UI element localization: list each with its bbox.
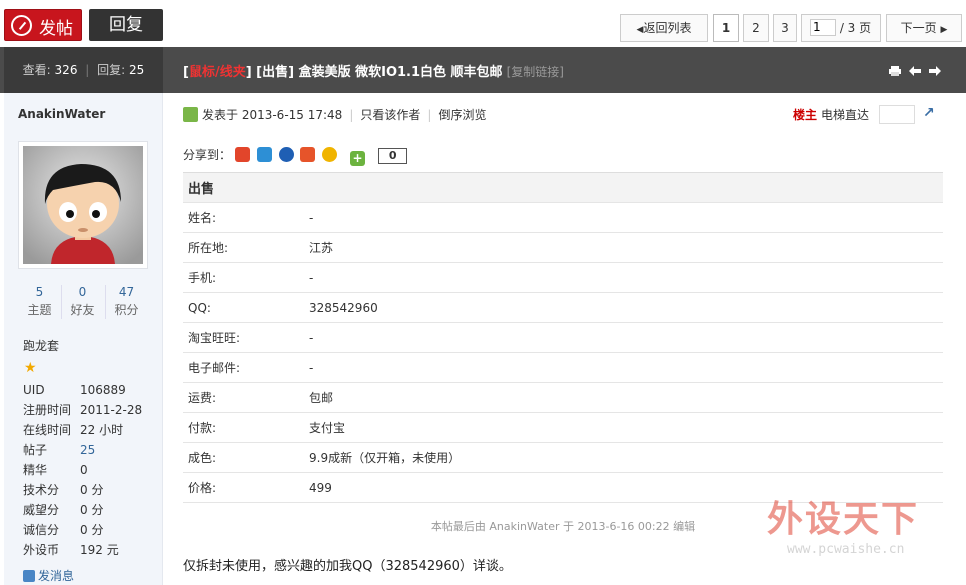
print-icon[interactable] <box>889 66 901 76</box>
qzone-share-icon[interactable] <box>300 147 316 162</box>
stat-friends[interactable]: 0 好友 <box>61 283 104 319</box>
star-icon: ★ <box>24 360 37 376</box>
avatar[interactable] <box>18 141 148 269</box>
info-row: 外设币 192 元 <box>23 543 119 557</box>
post-meta: 发表于 2013-6-15 17:48 | 只看该作者 | 倒序浏览 楼主 电梯直达 ↗ <box>183 105 943 124</box>
next-page-button[interactable]: 下一页 ▶ <box>886 14 962 42</box>
page-jump-input[interactable] <box>810 18 836 36</box>
thread-header: 查看: 326 | 回复: 25 [鼠标/线夹] [出售] 盒装美版 微软IO1… <box>0 47 966 93</box>
page-jump: / 3 页 <box>801 14 881 42</box>
page-3-button[interactable]: 3 <box>773 14 797 42</box>
thread-category-link[interactable]: 鼠标/线夹 <box>189 65 246 80</box>
stat-points[interactable]: 47 积分 <box>105 283 148 319</box>
tencent-weibo-share-icon[interactable] <box>256 147 272 162</box>
info-row: 威望分 0 分 <box>23 503 104 517</box>
prev-thread-icon[interactable] <box>909 66 921 76</box>
table-row: 所在地: 江苏 <box>183 232 943 263</box>
share-bar: 分享到： + 0 <box>183 147 408 166</box>
online-status-icon <box>183 107 198 122</box>
only-author-link[interactable]: 只看该作者 <box>360 108 420 122</box>
table-header: 出售 <box>183 172 943 203</box>
info-row: 诚信分 0 分 <box>23 523 104 537</box>
author-info: UID 106889 注册时间 2011-2-28 在线时间 22 小时 帖子 25 精… <box>23 380 163 560</box>
share-count: 0 <box>377 148 408 164</box>
page-2-button[interactable]: 2 <box>743 14 769 42</box>
author-stats: 5 主题 0 好友 47 积分 <box>18 283 148 323</box>
post-time: 发表于 2013-6-15 17:48 <box>202 108 343 122</box>
table-row: 手机: - <box>183 262 943 293</box>
sale-info-table: 出售 姓名: - 所在地: 江苏 手机: - QQ: 328542960 淘宝旺旺: - … <box>183 172 943 503</box>
copy-link-button[interactable]: [复制链接] <box>507 65 564 79</box>
reply-button[interactable]: 回复 <box>89 9 163 41</box>
send-message-button[interactable]: 发消息 <box>23 567 74 584</box>
floor-label: 楼主 <box>792 108 817 122</box>
more-share-icon[interactable]: + <box>349 151 365 166</box>
kaixin-share-icon[interactable] <box>322 147 338 162</box>
floor-jump: 电梯直达 ↗ <box>821 105 935 124</box>
jump-icon[interactable]: ↗ <box>923 105 935 121</box>
avatar-illustration <box>23 146 143 264</box>
thread-stats: 查看: 326 | 回复: 25 <box>4 47 163 93</box>
table-row: QQ: 328542960 <box>183 292 943 323</box>
page-1-button[interactable]: 1 <box>713 14 739 42</box>
renren-share-icon[interactable] <box>278 147 294 162</box>
info-row: 帖子 25 <box>23 443 96 457</box>
arrow-right-icon: ▶ <box>940 25 948 35</box>
table-row: 成色: 9.9成新（仅开箱，未使用） <box>183 442 943 473</box>
stat-threads[interactable]: 5 主题 <box>18 283 61 319</box>
author-name[interactable]: AnakinWater <box>18 107 105 121</box>
new-post-button[interactable]: 发帖 <box>4 9 82 41</box>
post-body: 仅拆封未使用，感兴趣的加我QQ（328542960）详谈。 <box>183 559 512 574</box>
next-thread-icon[interactable] <box>929 66 941 76</box>
thread-title: [鼠标/线夹] [出售] 盒装美版 微软IO1.1白色 顺丰包邮 [复制链接] <box>183 65 564 80</box>
table-row: 姓名: - <box>183 202 943 233</box>
info-row: 在线时间 22 小时 <box>23 423 124 437</box>
back-to-list-button[interactable]: ◀返回列表 <box>620 14 708 42</box>
info-row: 技术分 0 分 <box>23 483 104 497</box>
table-row: 运费: 包邮 <box>183 382 943 413</box>
site-watermark: 外设天下 www.pcwaishe.cn <box>767 499 920 557</box>
message-icon <box>23 570 35 582</box>
author-sidebar: AnakinWater 5 主题 0 好友 47 积分 跑龙套 ★ UID 10… <box>4 93 163 585</box>
info-row: 注册时间 2011-2-28 <box>23 403 143 417</box>
thread-title-text: [出售] 盒装美版 微软IO1.1白色 顺丰包邮 <box>256 65 503 80</box>
floor-jump-input[interactable] <box>879 105 915 124</box>
weibo-share-icon[interactable] <box>234 147 250 162</box>
info-row: 精华 0 <box>23 463 88 477</box>
user-group[interactable]: 跑龙套 <box>23 337 59 354</box>
table-row: 淘宝旺旺: - <box>183 322 943 353</box>
edit-icon <box>11 15 32 36</box>
reverse-order-link[interactable]: 倒序浏览 <box>438 108 486 122</box>
info-row: UID 106889 <box>23 383 126 397</box>
table-row: 付款: 支付宝 <box>183 412 943 443</box>
top-toolbar: 发帖 回复 ◀返回列表 1 2 3 / 3 页 下一页 ▶ <box>0 0 966 47</box>
table-row: 电子邮件: - <box>183 352 943 383</box>
